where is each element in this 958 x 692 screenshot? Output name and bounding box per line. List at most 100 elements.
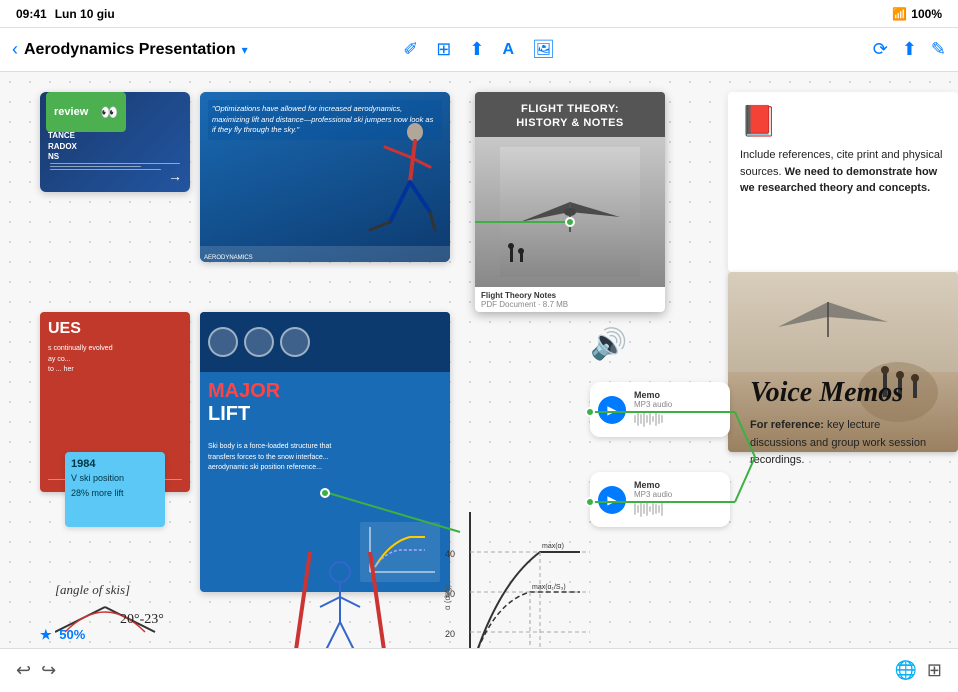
view-icon[interactable]: ⊞ — [436, 39, 451, 60]
date-display: Lun 10 giu — [55, 7, 115, 21]
toolbar: ‹ Aerodynamics Presentation ▾ ✐ ⊞ ⬆ A 🖼 … — [0, 28, 958, 72]
slide3-content: UES s continually evolveday co...to ... … — [40, 312, 190, 384]
media-icon[interactable]: 🖼 — [532, 39, 555, 60]
right-note-text: Include references, cite print and physi… — [740, 147, 946, 197]
toolbar-right: ⟳ ⬆ ✎ — [563, 39, 946, 60]
memo-2-info: Memo MP3 audio — [634, 480, 722, 519]
undo-button[interactable]: ↩ — [16, 660, 31, 681]
status-right: 📶 100% — [892, 7, 942, 21]
svg-text:max(α₁/S₃): max(α₁/S₃) — [532, 584, 566, 591]
slide2-photo: "Optimizations have allowed for increase… — [200, 92, 450, 262]
flight-book-title: FLIGHT THEORY:HISTORY & NOTES — [483, 102, 657, 131]
slide2-footer-text: AERODYNAMICS — [200, 253, 257, 262]
edit-icon[interactable]: ✎ — [931, 39, 946, 60]
svg-text:40: 40 — [445, 549, 455, 559]
time-display: 09:41 — [16, 7, 47, 21]
review-sticky[interactable]: review 👀 — [46, 92, 126, 132]
slide4-top — [200, 312, 450, 372]
memo-2-play-button[interactable]: ▶ — [598, 486, 626, 514]
connection-anchor-1 — [565, 217, 575, 227]
wifi-icon: 📶 — [892, 7, 907, 21]
angle-degrees: 20°-23° — [120, 612, 164, 628]
memo-1-waveform — [634, 409, 722, 429]
connection-anchor-2 — [320, 488, 330, 498]
voice-memo-1[interactable]: ▶ Memo MP3 audio — [590, 382, 730, 437]
circle-1 — [208, 327, 238, 357]
svg-text:max(α): max(α) — [542, 543, 564, 550]
redo-button[interactable]: ↪ — [41, 660, 56, 681]
slide2-quote: "Optimizations have allowed for increase… — [208, 100, 442, 140]
glider-svg — [500, 147, 640, 277]
slide1-lines — [50, 161, 180, 172]
status-bar: 09:41 Lun 10 giu 📶 100% — [0, 0, 958, 28]
voice-memos-description: For reference: key lecture discussions a… — [750, 417, 940, 470]
network-icon[interactable]: 🌐 — [894, 660, 916, 681]
slide1-arrow-icon: → — [168, 168, 182, 184]
document-title: Aerodynamics Presentation — [24, 41, 236, 59]
book-icon: 📕 — [740, 104, 946, 139]
connection-anchor-3 — [585, 407, 595, 417]
flight-book-subtitle: Flight Theory Notes — [481, 291, 659, 300]
memo-1-info: Memo MP3 audio — [634, 390, 722, 429]
bottom-toolbar: ↩ ↪ 🌐 ⊞ — [0, 648, 958, 692]
text-tool-icon[interactable]: A — [502, 41, 514, 59]
battery-display: 100% — [911, 7, 942, 21]
slide4-title-area: MAJOR LIFT — [200, 372, 450, 434]
flight-book-fileinfo: PDF Document · 8.7 MB — [481, 300, 659, 309]
slide2-footer: AERODYNAMICS — [200, 246, 450, 262]
flight-book-image — [475, 137, 665, 287]
chevron-down-icon[interactable]: ▾ — [242, 43, 248, 57]
voice-memos-title: Voice Memos — [750, 377, 903, 409]
pen-tool-icon[interactable]: ✐ — [403, 39, 418, 60]
memo-2-type: MP3 audio — [634, 490, 722, 499]
eyes-icon: 👀 — [101, 104, 118, 121]
voice-memo-2[interactable]: ▶ Memo MP3 audio — [590, 472, 730, 527]
history-icon[interactable]: ⟳ — [873, 39, 888, 60]
back-button[interactable]: ‹ — [12, 39, 18, 60]
svg-text:α (deg): α (deg) — [443, 584, 452, 610]
circle-3 — [280, 327, 310, 357]
flight-book-footer: Flight Theory Notes PDF Document · 8.7 M… — [475, 287, 665, 312]
sound-icon: 🔊 — [590, 327, 627, 362]
zoom-value: 50% — [59, 627, 85, 642]
flight-book-header: FLIGHT THEORY:HISTORY & NOTES — [475, 92, 665, 137]
zoom-indicator: ★ 50% — [40, 627, 85, 643]
slide4-body: Ski body is a force-loaded structure tha… — [200, 434, 450, 482]
share-icon[interactable]: ⬆ — [902, 39, 917, 60]
slide4-lift: LIFT — [208, 403, 442, 426]
right-note: 📕 Include references, cite print and phy… — [728, 92, 958, 272]
sticky-line2: 28% more lift — [71, 487, 159, 500]
memo-2-waveform — [634, 499, 722, 519]
toolbar-left: ‹ Aerodynamics Presentation ▾ — [12, 39, 395, 60]
review-label: review — [54, 106, 88, 118]
sticky-year: 1984 — [71, 458, 159, 470]
slide3-title: UES — [48, 320, 182, 338]
slide4-major: MAJOR — [208, 380, 442, 403]
angle-label: [angle of skis] — [55, 582, 130, 597]
svg-text:20: 20 — [445, 629, 455, 639]
sticky-line1: V ski position — [71, 472, 159, 485]
bottom-toolbar-right: 🌐 ⊞ — [894, 660, 942, 681]
for-reference-label: For reference: — [750, 419, 824, 431]
memo-1-title: Memo — [634, 390, 722, 400]
cloud-icon[interactable]: ⬆ — [469, 39, 484, 60]
slide-card-2[interactable]: "Optimizations have allowed for increase… — [200, 92, 450, 262]
flight-book[interactable]: FLIGHT THEORY:HISTORY & NOTES — [475, 92, 665, 312]
circle-2 — [244, 327, 274, 357]
toolbar-center: ✐ ⊞ ⬆ A 🖼 — [403, 39, 555, 60]
status-left: 09:41 Lun 10 giu — [16, 7, 115, 21]
canvas-area[interactable]: review 👀 NSDYNAMICSN SKISTANCERADOXNS → — [0, 72, 958, 692]
memo-1-play-button[interactable]: ▶ — [598, 396, 626, 424]
sticky-1984[interactable]: 1984 V ski position 28% more lift — [65, 452, 165, 527]
angle-degrees-value: 20°-23° — [120, 612, 164, 627]
slide3-body: s continually evolveday co...to ... her — [48, 344, 182, 376]
zoom-star-icon: ★ — [40, 627, 52, 642]
slide-card-4[interactable]: MAJOR LIFT Ski body is a force-loaded st… — [200, 312, 450, 592]
memo-1-type: MP3 audio — [634, 400, 722, 409]
bottom-toolbar-left: ↩ ↪ — [16, 660, 56, 681]
grid-view-icon[interactable]: ⊞ — [927, 660, 942, 681]
connection-anchor-4 — [585, 497, 595, 507]
right-note-bold: We need to demonstrate how we researched… — [740, 166, 937, 195]
slide4-circles — [208, 327, 310, 357]
memo-2-title: Memo — [634, 480, 722, 490]
